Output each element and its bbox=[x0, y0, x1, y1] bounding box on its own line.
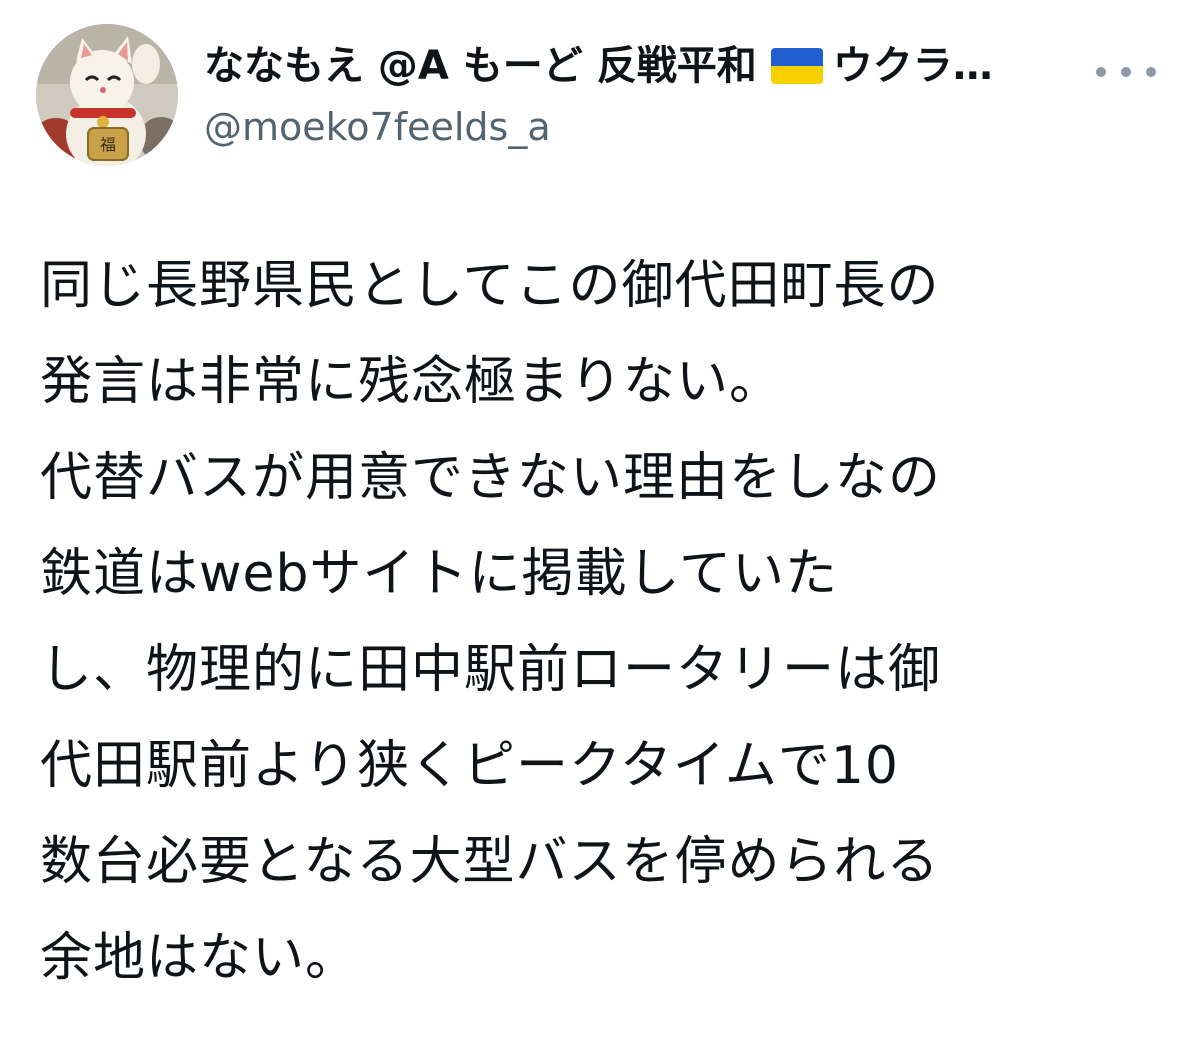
display-name-text: ななもえ @A もーど 反戦平和 bbox=[204, 43, 757, 89]
avatar[interactable]: 福 bbox=[36, 24, 178, 166]
tweet-text-line: 数台必要となる大型バスを停められる bbox=[40, 832, 940, 892]
ukraine-flag-icon bbox=[770, 48, 823, 84]
tweet-header: 福 ななもえ @A もーど 反戦平和 ウクラ… @moeko7feelds_a bbox=[36, 24, 1156, 166]
tweet-text-line: 余地はない。 bbox=[40, 928, 359, 988]
svg-text:福: 福 bbox=[100, 135, 116, 154]
more-horizontal-icon bbox=[1096, 67, 1106, 77]
more-dot bbox=[1121, 67, 1131, 77]
display-name[interactable]: ななもえ @A もーど 反戦平和 ウクラ… bbox=[204, 40, 1084, 92]
tweet-text-line: 鉄道はwebサイトに掲載していた bbox=[40, 544, 838, 604]
tweet-text-line: 同じ長野県民としてこの御代田町長の bbox=[40, 256, 940, 316]
more-dot bbox=[1146, 67, 1156, 77]
author-identity: ななもえ @A もーど 反戦平和 ウクラ… @moeko7feelds_a bbox=[204, 40, 1084, 152]
tweet-text-line: し、物理的に田中駅前ロータリーは御 bbox=[40, 640, 942, 700]
tweet-card: 福 ななもえ @A もーど 反戦平和 ウクラ… @moeko7feelds_a … bbox=[0, 0, 1179, 1038]
tweet-body: 同じ長野県民としてこの御代田町長の 発言は非常に残念極まりない。 代替バスが用意… bbox=[40, 238, 1150, 1006]
tweet-text-line: 代替バスが用意できない理由をしなの bbox=[40, 448, 942, 508]
tweet-text-line: 代田駅前より狭くピークタイムで10 bbox=[40, 736, 900, 796]
more-options-button[interactable] bbox=[1096, 60, 1156, 84]
user-handle[interactable]: @moeko7feelds_a bbox=[204, 102, 1084, 152]
display-name-suffix: ウクラ… bbox=[832, 43, 993, 89]
maneki-neko-icon: 福 bbox=[36, 24, 178, 166]
tweet-text-line: 発言は非常に残念極まりない。 bbox=[40, 352, 783, 412]
